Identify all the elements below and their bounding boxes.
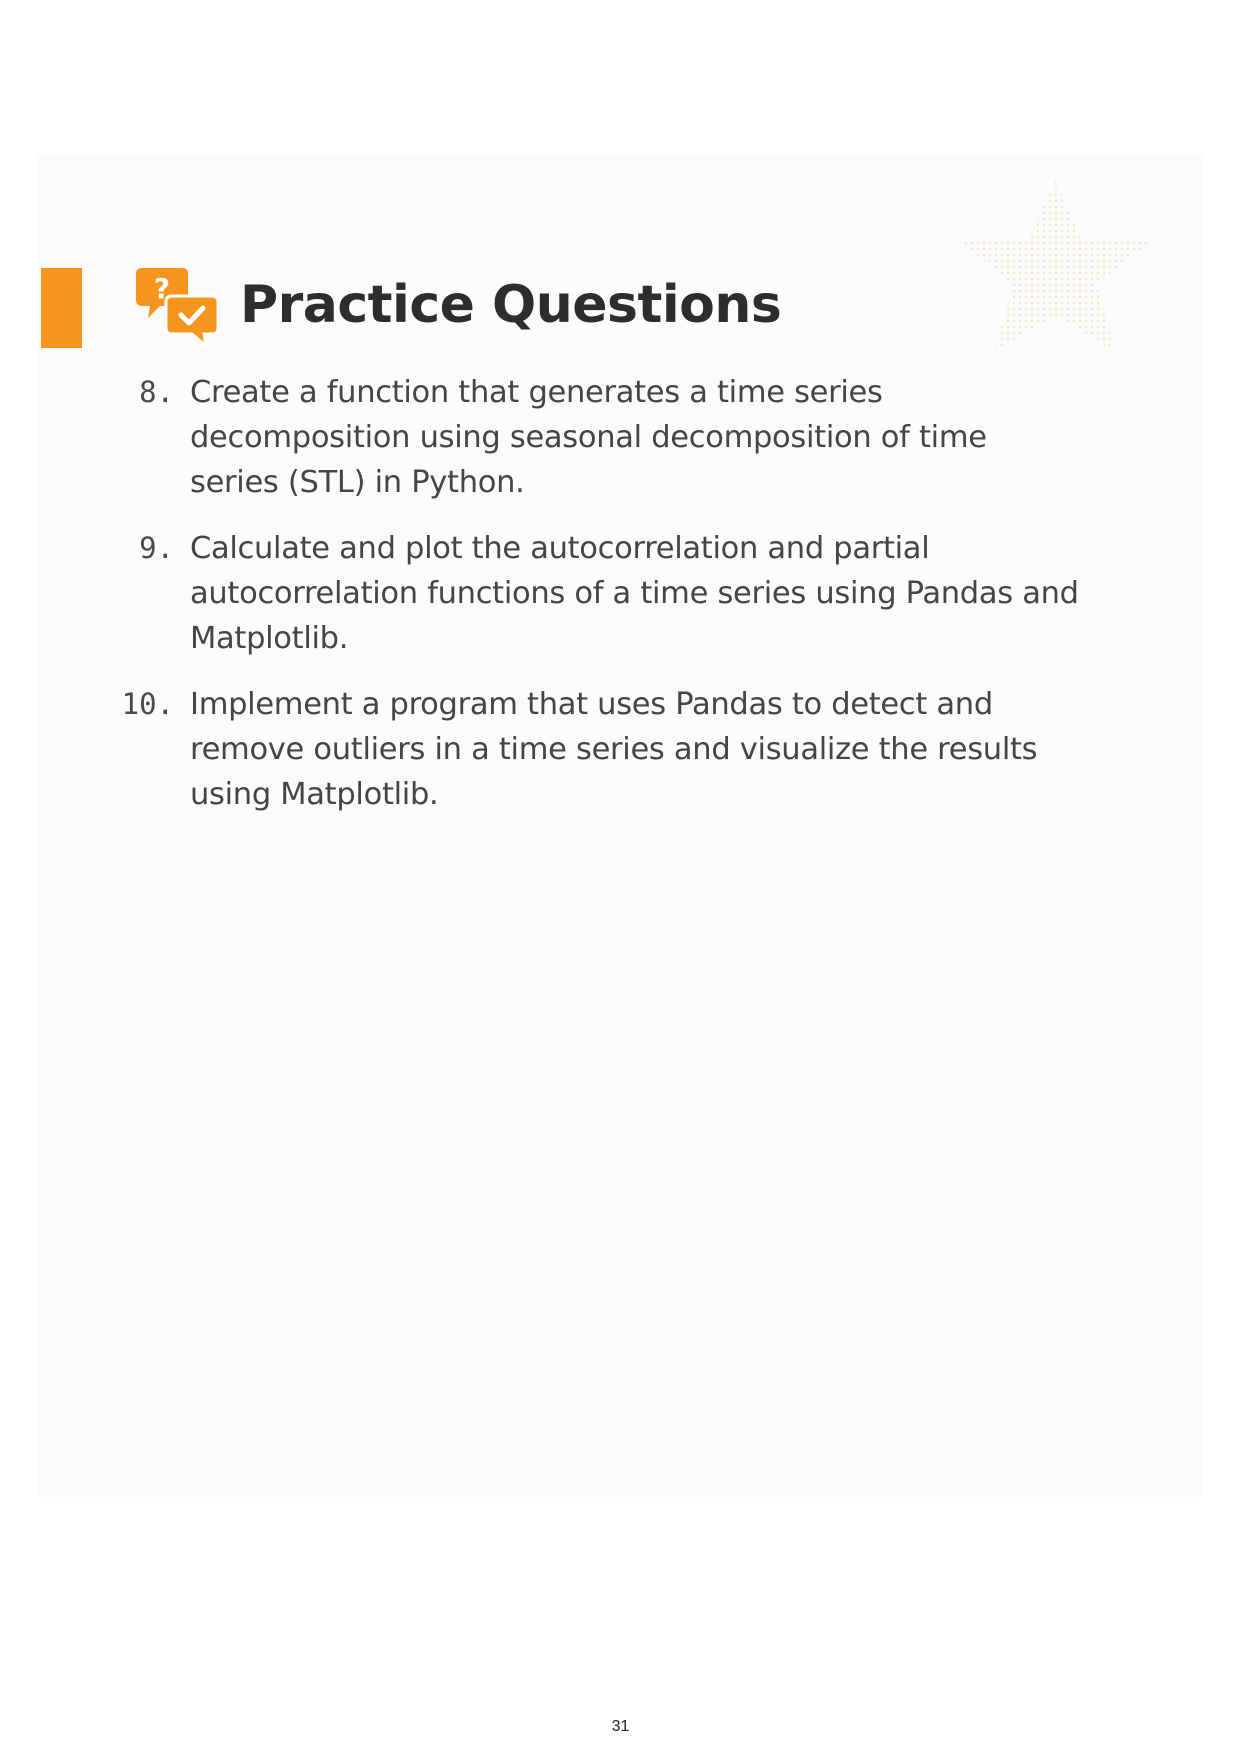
question-text: Implement a program that uses Pandas to …	[190, 687, 1038, 812]
question-number: 9.	[139, 531, 174, 565]
question-text: Calculate and plot the autocorrelation a…	[190, 531, 1079, 656]
question-text: Create a function that generates a time …	[190, 375, 987, 500]
question-number: 10.	[121, 687, 174, 721]
question-item-10: 10. Implement a program that uses Pandas…	[110, 682, 1080, 817]
question-answer-chat-bubbles-icon: ?	[136, 268, 220, 350]
dotted-star-watermark-icon	[960, 180, 1150, 352]
question-list: 8. Create a function that generates a ti…	[110, 370, 1080, 838]
question-item-8: 8. Create a function that generates a ti…	[110, 370, 1080, 505]
question-item-9: 9. Calculate and plot the autocorrelatio…	[110, 526, 1080, 661]
section-accent-bar	[41, 268, 82, 348]
question-number: 8.	[139, 375, 174, 409]
page-number: 31	[611, 1718, 630, 1735]
page-title: Practice Questions	[240, 275, 782, 335]
